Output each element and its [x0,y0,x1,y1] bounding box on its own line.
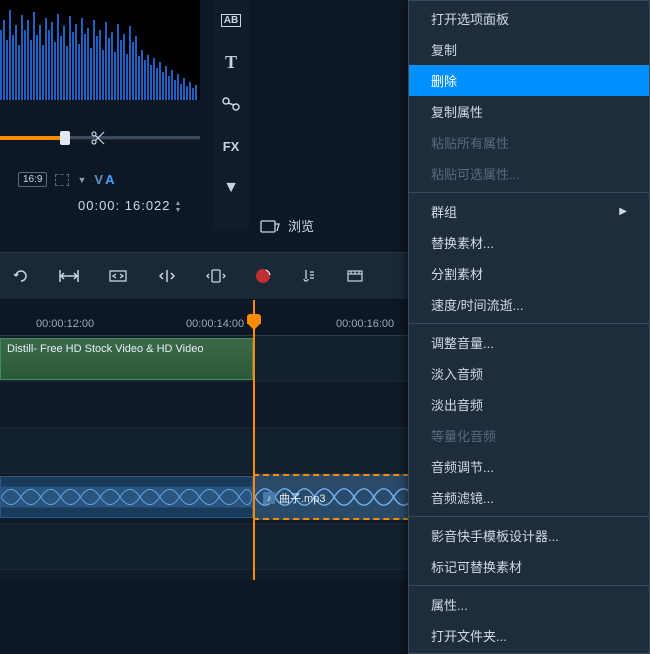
music-note-icon: ♪ [263,492,275,504]
preview-info-row: 16:9 ▼ VA [18,172,114,187]
record-button[interactable] [254,267,272,285]
menu-item-label: 删除 [431,71,457,90]
audio-clip[interactable] [0,476,253,518]
video-clip[interactable]: Distill- Free HD Stock Video & HD Video [0,338,253,380]
transition-tool-button[interactable] [219,92,243,116]
browse-button[interactable]: 浏览 [260,216,314,235]
menu-item[interactable]: 标记可替换素材 [409,551,649,582]
ruler-tick-label: 00:00:16:00 [336,318,394,330]
menu-item[interactable]: 调整音量... [409,327,649,358]
subtitle-tool-button[interactable]: AB [219,8,243,32]
menu-separator [409,585,649,586]
menu-item-label: 淡出音频 [431,395,483,414]
menu-item-label: 粘贴所有属性 [431,133,509,152]
ruler-tick-label: 00:00:14:00 [186,318,244,330]
menu-item-label: 粘贴可选属性... [431,164,520,183]
menu-item-label: 复制属性 [431,102,483,121]
film-button[interactable] [346,267,364,285]
split-expand-button[interactable] [156,268,178,284]
menu-item[interactable]: 影音快手模板设计器... [409,520,649,551]
menu-item[interactable]: 淡出音频 [409,389,649,420]
menu-item-label: 标记可替换素材 [431,557,522,576]
menu-item: 粘贴所有属性 [409,127,649,158]
menu-item[interactable]: 复制 [409,34,649,65]
menu-separator [409,516,649,517]
dropdown-toggle[interactable]: ▼ [219,176,243,200]
menu-item[interactable]: 打开选项面板 [409,3,649,34]
device-button[interactable] [206,268,226,284]
crop-icon[interactable] [55,174,69,186]
menu-item[interactable]: 复制属性 [409,96,649,127]
menu-item-label: 群组 [431,202,457,221]
browse-label: 浏览 [288,216,314,235]
menu-item[interactable]: 音频调节... [409,451,649,482]
menu-item-label: 影音快手模板设计器... [431,526,559,545]
fit-project-button[interactable] [108,268,128,284]
menu-item[interactable]: 属性... [409,589,649,620]
context-menu: 打开选项面板复制删除复制属性粘贴所有属性粘贴可选属性... 群组 ▶ 替换素材... 分… [408,0,650,654]
menu-item: 等量化音频 [409,420,649,451]
menu-item-label: 调整音量... [431,333,494,352]
audio-clip-label: ♪ 曲子.mp3 [263,490,325,506]
menu-item-label: 复制 [431,40,457,59]
menu-item: 粘贴可选属性... [409,158,649,189]
clip-label: Distill- Free HD Stock Video & HD Video [7,343,203,355]
menu-item[interactable]: 删除 [409,65,649,96]
menu-item-label: 速度/时间流逝... [431,295,523,314]
menu-item[interactable]: 分割素材 [409,258,649,289]
menu-item-label: 打开选项面板 [431,9,509,28]
menu-item[interactable]: 群组 ▶ [409,196,649,227]
folder-icon [260,218,280,234]
menu-item[interactable]: 淡入音频 [409,358,649,389]
menu-item[interactable]: 音频滤镜... [409,482,649,513]
ruler-tick-label: 00:00:12:00 [36,318,94,330]
fit-range-button[interactable] [58,268,80,284]
menu-item-label: 音频调节... [431,457,494,476]
preview-panel: 16:9 ▼ VA 00:00: 16:022▲▼ [0,0,210,230]
submenu-arrow-icon: ▶ [619,206,627,217]
menu-item[interactable]: 速度/时间流逝... [409,289,649,320]
menu-separator [409,323,649,324]
preview-waveform [0,0,200,100]
scrubber-handle[interactable] [60,131,70,145]
playhead[interactable] [253,300,255,580]
menu-item[interactable]: 打开文件夹... [409,620,649,651]
scissors-icon[interactable] [90,130,106,149]
fx-tool-button[interactable]: FX [219,134,243,158]
menu-item-label: 打开文件夹... [431,626,507,645]
menu-item-label: 等量化音频 [431,426,496,445]
aspect-ratio-badge[interactable]: 16:9 [18,172,47,187]
va-toggle[interactable]: VA [94,172,114,187]
menu-item-label: 替换素材... [431,233,494,252]
timecode-display[interactable]: 00:00: 16:022▲▼ [78,198,182,214]
menu-item[interactable]: 替换素材... [409,227,649,258]
menu-item-label: 分割素材 [431,264,483,283]
menu-item-label: 属性... [431,595,468,614]
audio-mixer-button[interactable] [300,267,318,285]
preview-scrubber[interactable] [0,128,200,148]
menu-item-label: 淡入音频 [431,364,483,383]
menu-item-label: 音频滤镜... [431,488,494,507]
side-toolbar: AB T FX ▼ [213,0,249,230]
text-tool-button[interactable]: T [219,50,243,74]
menu-separator [409,192,649,193]
redo-button[interactable] [12,267,30,285]
